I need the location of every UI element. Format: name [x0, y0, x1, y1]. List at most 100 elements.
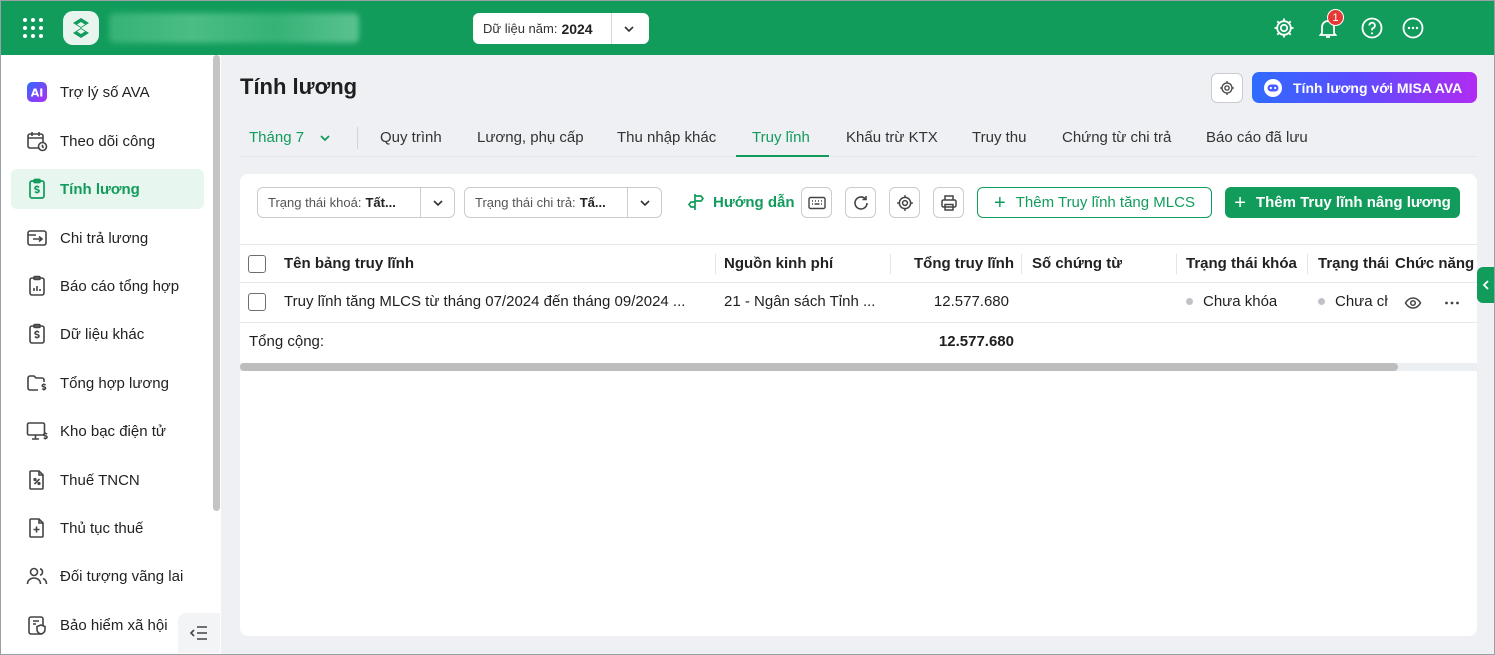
more-options-icon[interactable] [1401, 16, 1425, 40]
sidebar-item-ava[interactable]: AI Trợ lý số AVA [11, 72, 204, 112]
sidebar-item-pit[interactable]: Thuế TNCN [11, 460, 204, 500]
tax-file-icon [25, 468, 49, 492]
print-button[interactable] [933, 187, 964, 218]
row-name[interactable]: Truy lĩnh tăng MLCS từ tháng 07/2024 đến… [284, 283, 704, 321]
signpost-icon [687, 194, 705, 210]
file-plus-icon [25, 516, 49, 540]
tab-other-income[interactable]: Thu nhập khác [601, 119, 732, 157]
plus-icon: + [1234, 191, 1246, 214]
app-window: Dữ liệu năm: 2024 1 AI Trợ lý số AVA The… [0, 0, 1495, 655]
insurance-icon [25, 613, 49, 637]
calendar-clock-icon [25, 129, 49, 153]
header-lock-status[interactable]: Trạng thái khóa [1186, 245, 1297, 283]
svg-text:AI: AI [31, 87, 44, 100]
header-total[interactable]: Tổng truy lĩnh [890, 245, 1014, 283]
header-actions: Chức năng [1395, 255, 1475, 272]
header-voucher[interactable]: Số chứng từ [1032, 245, 1122, 283]
users-icon [25, 564, 49, 588]
add-mlcs-back-pay-button[interactable]: + Thêm Truy lĩnh tăng MLCS [977, 187, 1212, 218]
month-label: Tháng 7 [249, 129, 305, 146]
organization-name-blurred [109, 13, 359, 43]
plus-icon: + [994, 191, 1006, 214]
row-lock-status: Chưa khóa [1186, 283, 1277, 321]
top-bar: Dữ liệu năm: 2024 1 [1, 1, 1494, 55]
payment-status-filter[interactable]: Trạng thái chi trả: Tấ... [464, 187, 662, 218]
sidebar-item-payment[interactable]: Chi trả lương [11, 218, 204, 258]
table-footer: Tổng cộng: 12.577.680 [240, 323, 1477, 363]
tab-salary-allowance[interactable]: Lương, phụ cấp [461, 119, 600, 157]
tab-back-pay[interactable]: Truy lĩnh [736, 119, 829, 157]
table-settings-button[interactable] [889, 187, 920, 218]
refresh-button[interactable] [845, 187, 876, 218]
more-horizontal-icon[interactable] [1443, 294, 1461, 312]
month-selector[interactable]: Tháng 7 [249, 119, 332, 157]
scrollbar-thumb[interactable] [240, 363, 1398, 371]
tab-payment-vouchers[interactable]: Chứng từ chi trả [1046, 119, 1187, 157]
sidebar-scrollbar[interactable] [213, 55, 220, 511]
header-name[interactable]: Tên bảng truy lĩnh [284, 245, 414, 283]
year-selector[interactable]: Dữ liệu năm: 2024 [473, 13, 649, 44]
table-row[interactable]: Truy lĩnh tăng MLCS từ tháng 07/2024 đến… [240, 283, 1477, 323]
chevron-down-icon[interactable] [621, 21, 637, 37]
page-settings-button[interactable] [1211, 73, 1243, 103]
header-payment-status[interactable]: Trạng thái [1318, 245, 1388, 283]
sidebar-item-attendance[interactable]: Theo dõi công [11, 121, 204, 161]
table-horizontal-scrollbar[interactable] [240, 363, 1477, 371]
year-value: 2024 [561, 20, 593, 37]
sidebar-item-social-insurance[interactable]: Bảo hiểm xã hội [11, 605, 204, 645]
sidebar-item-salary[interactable]: Tính lương [11, 169, 204, 209]
apps-grid-icon[interactable] [23, 18, 43, 38]
data-clipboard-icon [25, 322, 49, 346]
collapse-sidebar-button[interactable] [178, 613, 220, 653]
sidebar: AI Trợ lý số AVA Theo dõi công Tính lươn… [1, 55, 221, 654]
sidebar-item-e-treasury[interactable]: Kho bạc điện tử [11, 411, 204, 451]
footer-label: Tổng cộng: [249, 333, 325, 350]
collapse-left-icon [189, 626, 207, 640]
folder-money-icon [25, 371, 49, 395]
notification-badge: 1 [1327, 9, 1344, 26]
footer-total: 12.577.680 [938, 333, 1014, 350]
printer-icon [940, 194, 957, 211]
right-panel-toggle[interactable] [1477, 267, 1494, 303]
chevron-down-icon [640, 200, 650, 207]
page-title: Tính lương [240, 74, 358, 99]
chevron-down-icon [320, 135, 330, 142]
sidebar-item-summary-report[interactable]: Báo cáo tổng hợp [11, 266, 204, 306]
keyboard-shortcuts-button[interactable] [801, 187, 832, 218]
guide-link[interactable]: Hướng dẫn [686, 192, 795, 212]
chevron-down-icon [433, 200, 443, 207]
year-label: Dữ liệu năm: [483, 21, 558, 36]
ai-icon: AI [25, 80, 49, 104]
keyboard-icon [807, 196, 826, 209]
robot-face-icon [1264, 78, 1282, 97]
tab-recovery[interactable]: Truy thu [956, 119, 1042, 157]
sidebar-item-tax-procedure[interactable]: Thủ tục thuế [11, 508, 204, 548]
row-fund: 21 - Ngân sách Tỉnh ... [724, 293, 876, 310]
header-fund[interactable]: Nguồn kinh phí [724, 245, 833, 283]
tab-process[interactable]: Quy trình [364, 119, 458, 157]
chevron-left-icon [1482, 280, 1489, 290]
content-panel: Trạng thái khoá: Tất... Trạng thái chi t… [240, 174, 1477, 636]
misa-ava-label: Tính lương với MISA AVA [1293, 79, 1463, 96]
add-raise-back-pay-button[interactable]: + Thêm Truy lĩnh nâng lương [1225, 187, 1460, 218]
misa-logo[interactable] [63, 11, 99, 45]
settings-gear-icon[interactable] [1272, 16, 1296, 40]
salary-clipboard-icon [25, 177, 49, 201]
row-total: 12.577.680 [933, 293, 1009, 310]
tab-saved-reports[interactable]: Báo cáo đã lưu [1190, 119, 1324, 157]
sidebar-item-casual-workers[interactable]: Đối tượng vãng lai [11, 556, 204, 596]
lock-status-filter[interactable]: Trạng thái khoá: Tất... [257, 187, 455, 218]
status-dot [1186, 297, 1193, 305]
row-checkbox[interactable] [248, 293, 266, 311]
select-all-checkbox[interactable] [248, 255, 266, 273]
tab-dormitory-deduction[interactable]: Khấu trừ KTX [830, 119, 954, 157]
table-header: Tên bảng truy lĩnh Nguồn kinh phí Tổng t… [240, 244, 1477, 283]
help-icon[interactable] [1360, 16, 1384, 40]
tab-bar: Tháng 7 Quy trình Lương, phụ cấp Thu nhậ… [240, 119, 1477, 157]
view-eye-icon[interactable] [1404, 294, 1422, 312]
sidebar-item-other-data[interactable]: Dữ liệu khác [11, 314, 204, 354]
misa-ava-button[interactable]: Tính lương với MISA AVA [1252, 72, 1477, 103]
sidebar-item-salary-summary[interactable]: Tổng hợp lương [11, 363, 204, 403]
gear-icon [1220, 81, 1234, 95]
row-payment-status: Chưa ch [1318, 283, 1388, 321]
